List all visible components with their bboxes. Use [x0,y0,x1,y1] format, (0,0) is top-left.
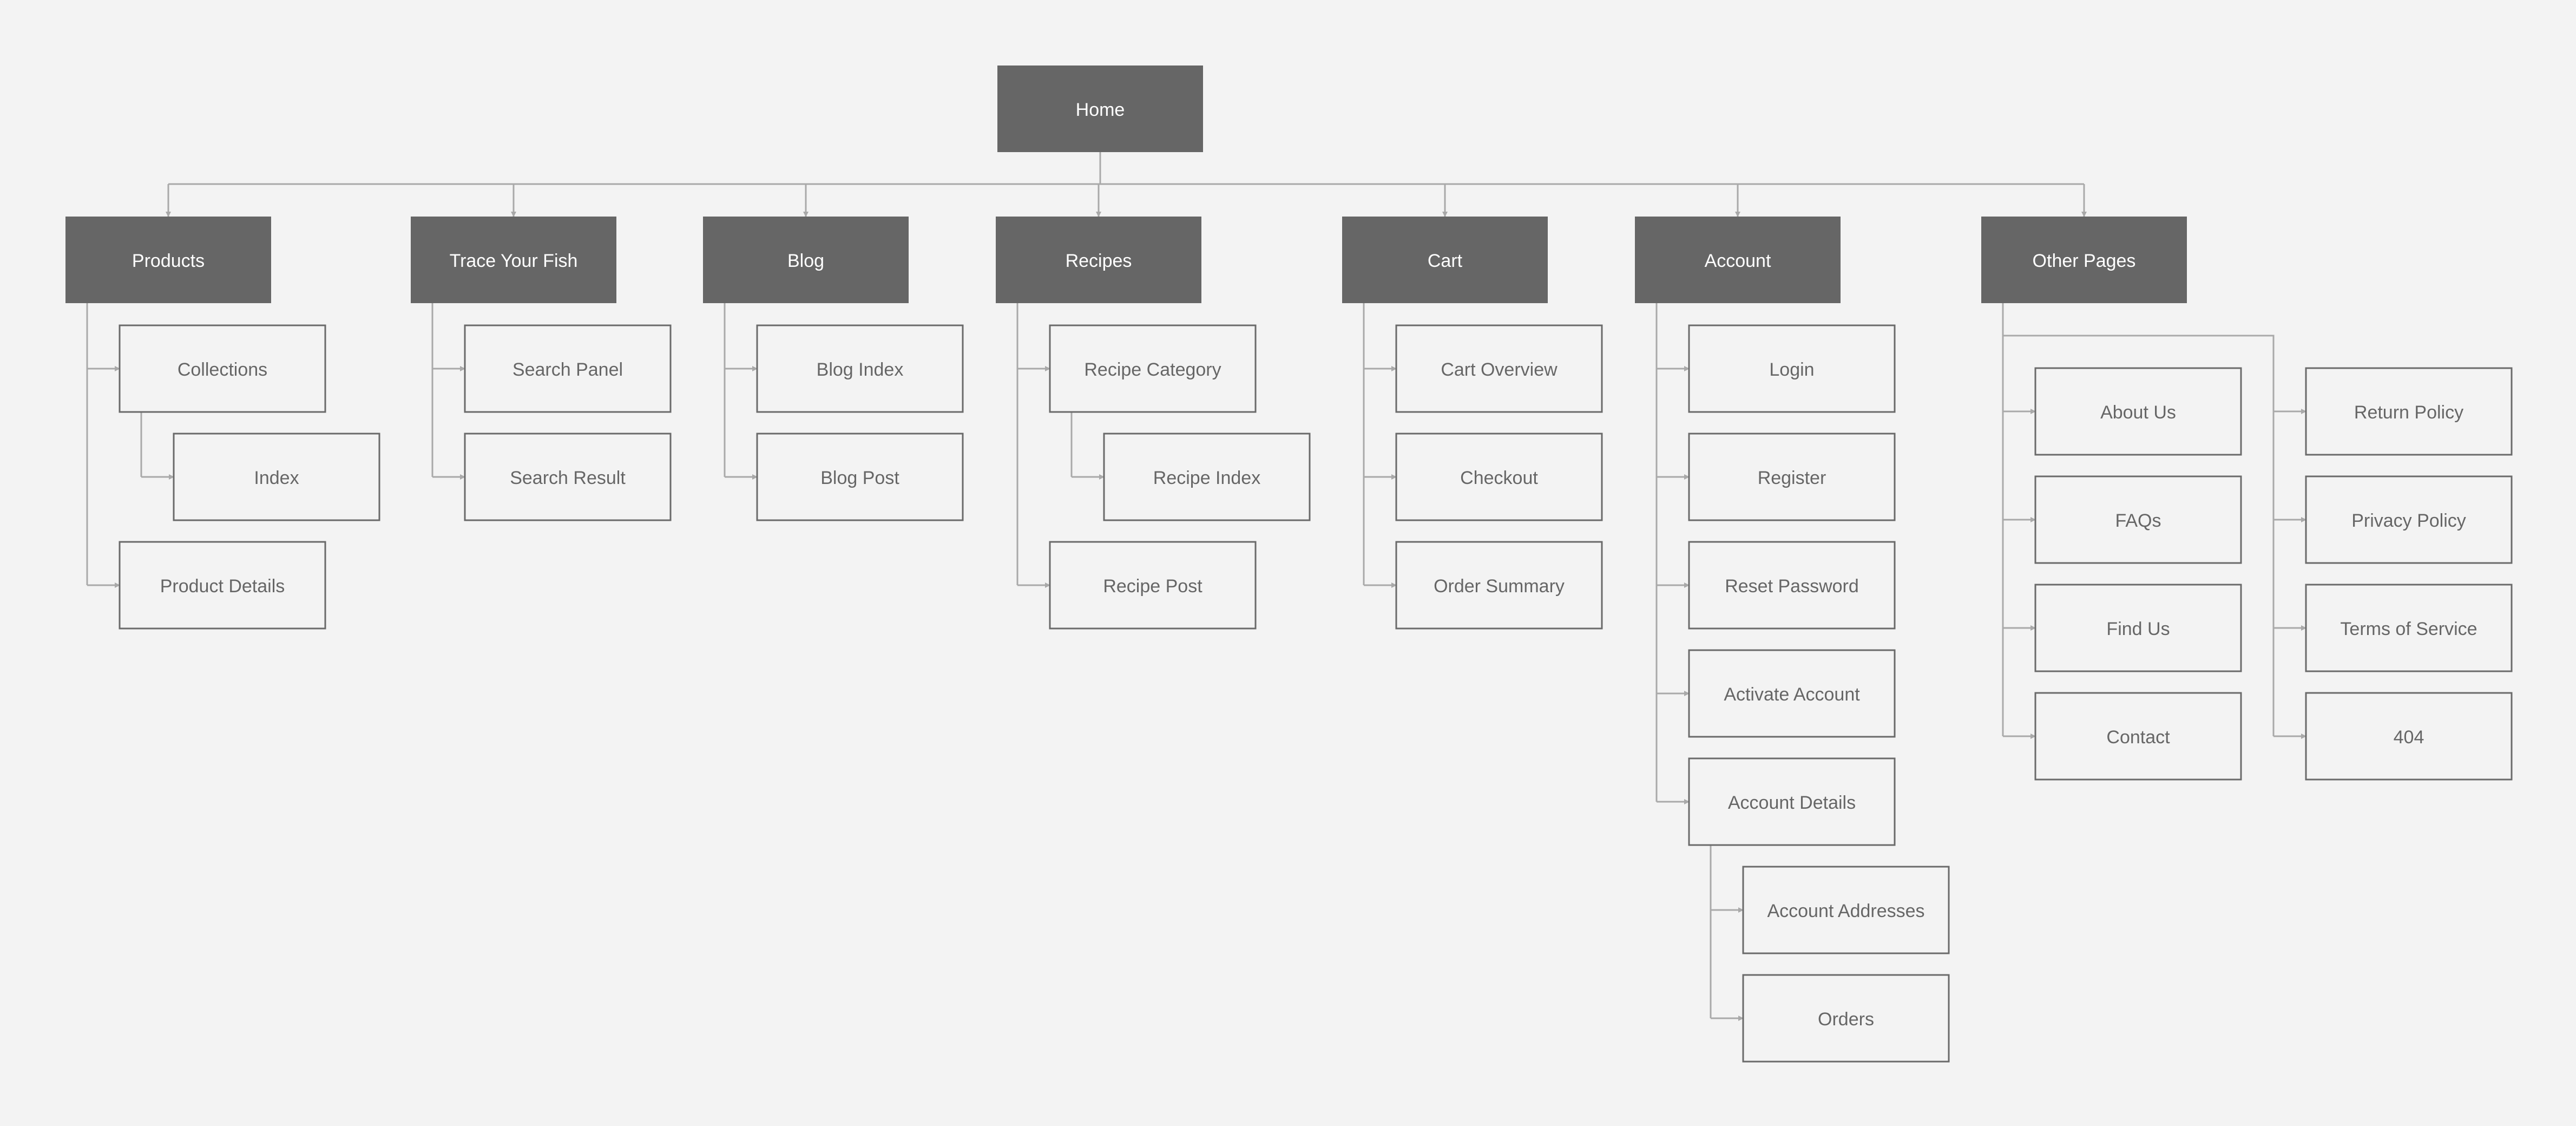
node-label: Reset Password [1725,576,1859,597]
page-node-recipe-post[interactable]: Recipe Post [1049,541,1257,630]
page-node-return-policy[interactable]: Return Policy [2305,367,2513,456]
node-label: Privacy Policy [2351,510,2466,531]
node-label: Index [254,468,299,488]
node-label: Orders [1818,1009,1874,1030]
node-label: Login [1769,359,1814,380]
page-node-account-addresses[interactable]: Account Addresses [1742,866,1950,954]
page-node-index[interactable]: Index [173,433,380,521]
node-label: Contact [2106,727,2170,748]
node-label: Collections [178,359,267,380]
page-node-blog-post[interactable]: Blog Post [756,433,964,521]
page-node-register[interactable]: Register [1688,433,1896,521]
node-label: Recipe Category [1084,359,1221,380]
page-node-404[interactable]: 404 [2305,692,2513,781]
node-label: Blog Post [820,468,899,488]
section-node-account[interactable]: Account [1635,217,1841,303]
page-node-faqs[interactable]: FAQs [2034,475,2242,564]
section-node-home[interactable]: Home [997,66,1203,152]
page-node-blog-index[interactable]: Blog Index [756,324,964,413]
nodes: Home Products Collections Index Product Deta… [65,66,2513,1063]
page-node-account-details[interactable]: Account Details [1688,757,1896,846]
section-node-other-pages[interactable]: Other Pages [1981,217,2187,303]
section-node-products[interactable]: Products [65,217,271,303]
node-label: Blog Index [817,359,904,380]
node-label: Account Details [1728,793,1856,813]
page-node-activate-account[interactable]: Activate Account [1688,649,1896,738]
node-label: Home [1076,100,1125,120]
sitemap-diagram: Home Products Collections Index Product Deta… [0,0,2576,1126]
page-node-collections[interactable]: Collections [119,324,326,413]
node-label: Order Summary [1434,576,1565,597]
section-node-blog[interactable]: Blog [703,217,909,303]
node-label: FAQs [2115,510,2161,531]
node-label: Register [1758,468,1826,488]
node-label: Trace Your Fish [450,251,578,271]
node-label: Cart [1428,251,1463,271]
node-label: Other Pages [2033,251,2136,271]
node-label: Products [132,251,205,271]
node-label: Product Details [160,576,285,597]
node-label: Return Policy [2354,402,2463,423]
page-node-reset-password[interactable]: Reset Password [1688,541,1896,630]
node-label: Account [1705,251,1771,271]
page-node-about-us[interactable]: About Us [2034,367,2242,456]
section-node-trace-your-fish[interactable]: Trace Your Fish [411,217,616,303]
node-label: About Us [2100,402,2176,423]
node-label: Recipe Post [1103,576,1202,597]
node-label: Account Addresses [1767,901,1924,921]
node-label: Terms of Service [2340,619,2477,639]
node-label: Activate Account [1724,684,1860,705]
page-node-login[interactable]: Login [1688,324,1896,413]
page-node-search-result[interactable]: Search Result [464,433,672,521]
page-node-terms-of-service[interactable]: Terms of Service [2305,584,2513,672]
page-node-privacy-policy[interactable]: Privacy Policy [2305,475,2513,564]
page-node-cart-overview[interactable]: Cart Overview [1395,324,1603,413]
page-node-contact[interactable]: Contact [2034,692,2242,781]
page-node-recipe-index[interactable]: Recipe Index [1103,433,1311,521]
node-label: Checkout [1460,468,1538,488]
node-label: Search Result [510,468,626,488]
page-node-orders[interactable]: Orders [1742,974,1950,1063]
section-node-cart[interactable]: Cart [1342,217,1548,303]
page-node-recipe-category[interactable]: Recipe Category [1049,324,1257,413]
section-node-recipes[interactable]: Recipes [996,217,1201,303]
node-label: Search Panel [512,359,623,380]
node-label: Blog [787,251,824,271]
page-node-search-panel[interactable]: Search Panel [464,324,672,413]
node-label: Find Us [2106,619,2170,639]
node-label: Recipe Index [1153,468,1260,488]
page-node-checkout[interactable]: Checkout [1395,433,1603,521]
page-node-find-us[interactable]: Find Us [2034,584,2242,672]
node-label: Recipes [1066,251,1132,271]
node-label: 404 [2394,727,2424,748]
page-node-order-summary[interactable]: Order Summary [1395,541,1603,630]
page-node-product-details[interactable]: Product Details [119,541,326,630]
node-label: Cart Overview [1441,359,1558,380]
